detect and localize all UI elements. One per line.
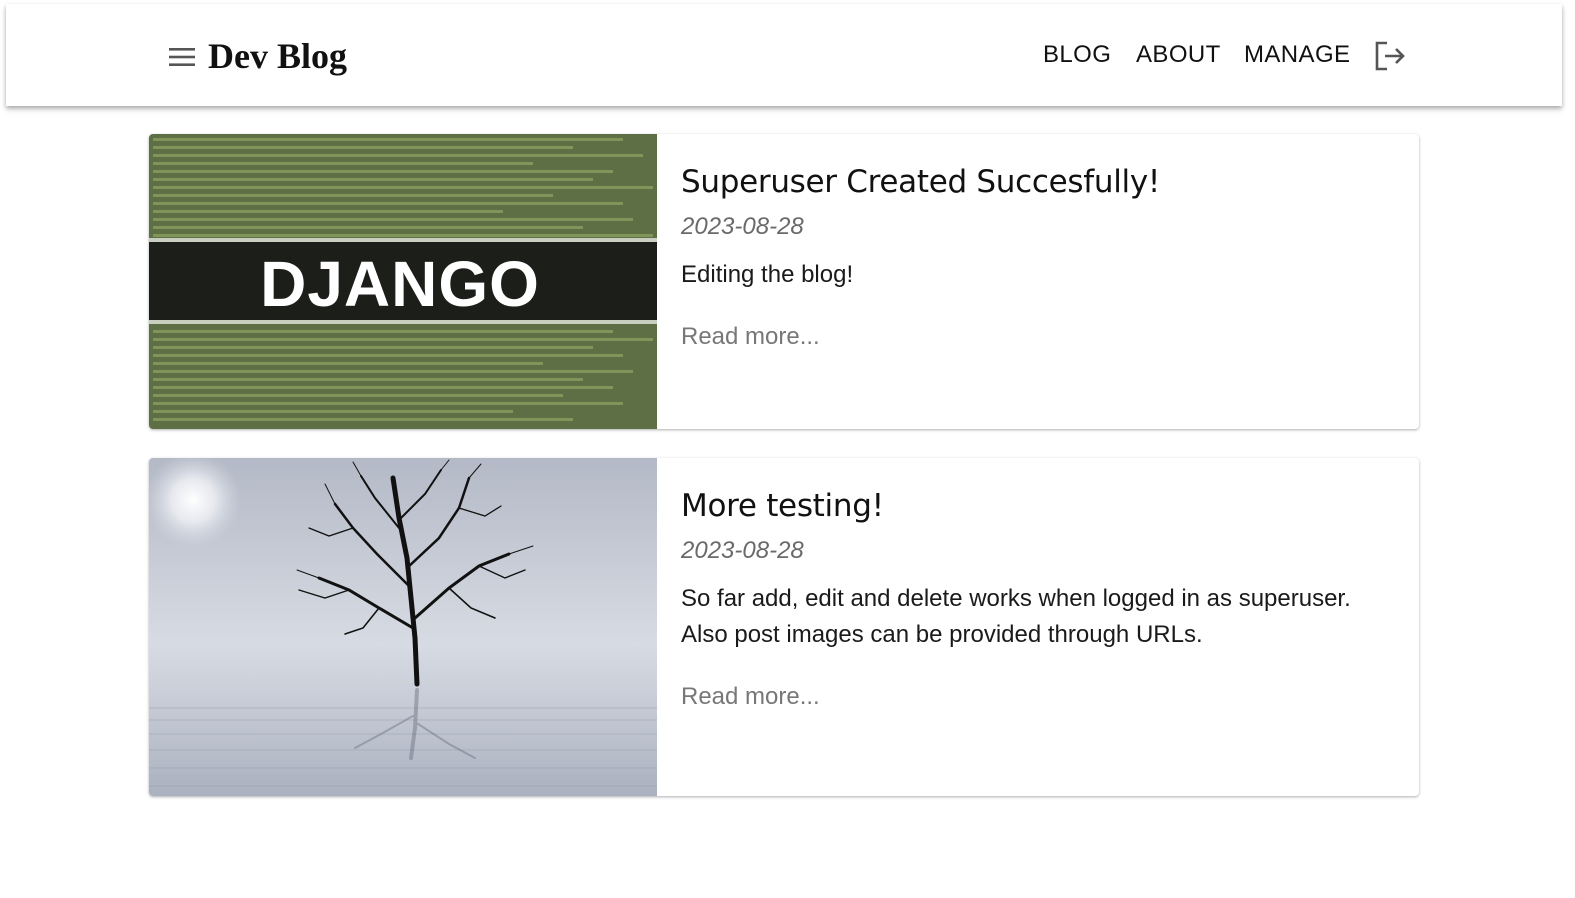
django-banner-image: DJANGO <box>149 134 657 429</box>
post-image[interactable]: DJANGO <box>149 134 657 429</box>
post-image[interactable] <box>149 458 657 796</box>
post-date: 2023-08-28 <box>681 537 804 564</box>
hamburger-menu-icon <box>169 48 195 66</box>
menu-button[interactable] <box>162 37 202 77</box>
post-title[interactable]: More testing! <box>681 486 884 526</box>
post-card[interactable]: More testing! 2023-08-28 So far add, edi… <box>149 458 1419 796</box>
brand-title[interactable]: Dev Blog <box>208 34 347 78</box>
tree-in-water-image <box>149 458 657 796</box>
logout-button[interactable] <box>1370 36 1410 76</box>
post-excerpt: Editing the blog! <box>681 261 854 288</box>
post-date: 2023-08-28 <box>681 213 804 240</box>
django-image-text: DJANGO <box>260 248 540 320</box>
nav-link-about[interactable]: ABOUT <box>1136 40 1221 70</box>
read-more-link[interactable]: Read more... <box>681 322 820 352</box>
read-more-link[interactable]: Read more... <box>681 682 820 712</box>
post-title[interactable]: Superuser Created Succesfully! <box>681 162 1160 202</box>
post-excerpt: So far add, edit and delete works when l… <box>681 585 1351 648</box>
post-card[interactable]: DJANGO Superuser Created Succesfully! 20… <box>149 134 1419 429</box>
logout-icon <box>1375 41 1405 71</box>
app-bar: Dev Blog BLOG ABOUT MANAGE <box>6 4 1562 106</box>
nav-link-manage[interactable]: MANAGE <box>1244 40 1350 70</box>
nav-link-blog[interactable]: BLOG <box>1043 40 1111 70</box>
